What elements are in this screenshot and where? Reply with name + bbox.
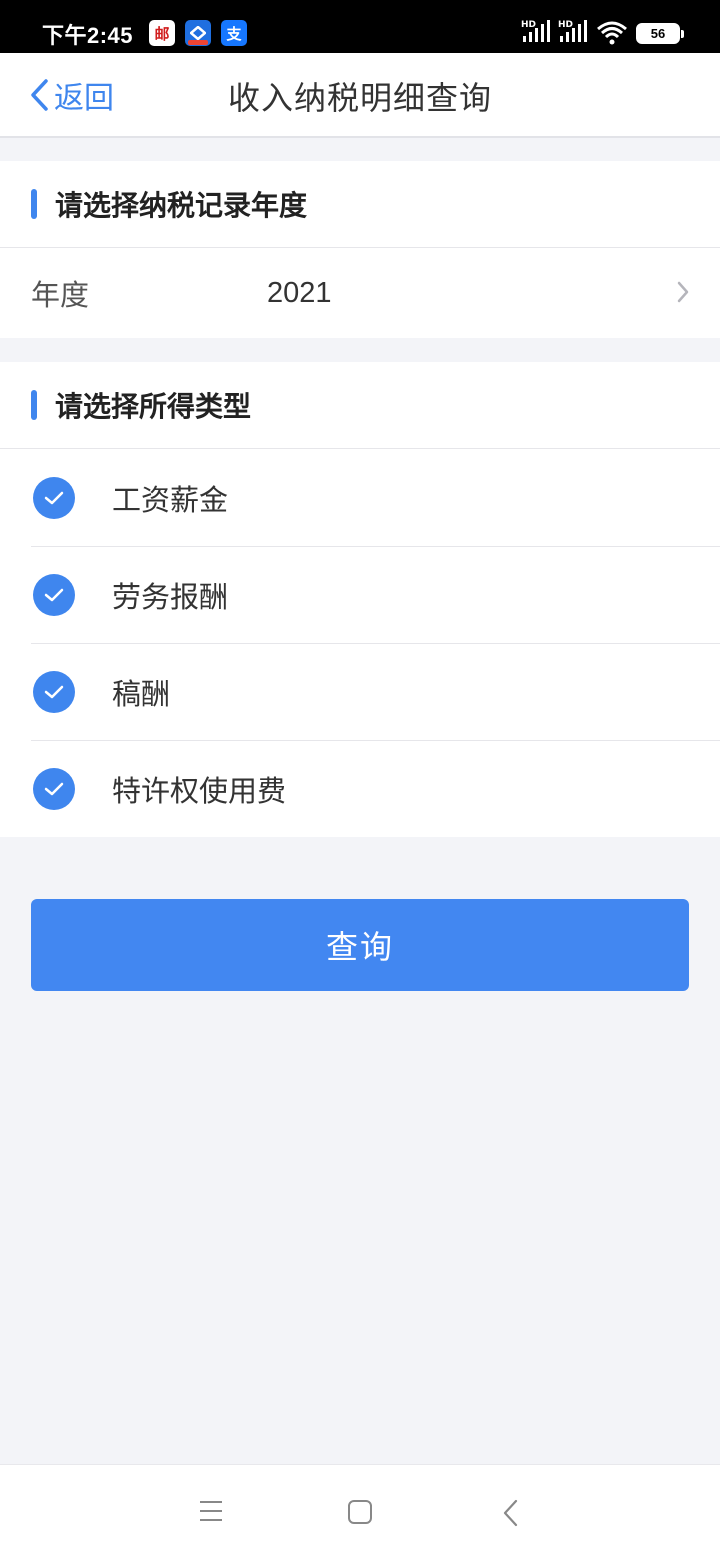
checkbox-checked-icon[interactable] bbox=[33, 476, 75, 519]
year-value: 2021 bbox=[267, 276, 332, 309]
checkbox-checked-icon[interactable] bbox=[33, 573, 75, 616]
option-label: 工资薪金 bbox=[112, 482, 229, 517]
chevron-right-icon bbox=[677, 281, 689, 303]
section-header: 请选择所得类型 bbox=[0, 362, 720, 449]
mail-app-icon: 邮 bbox=[149, 20, 175, 46]
signal-icon bbox=[560, 20, 587, 42]
checkbox-checked-icon[interactable] bbox=[33, 670, 75, 713]
menu-icon[interactable] bbox=[199, 1499, 223, 1523]
option-franchise-fee[interactable]: 特许权使用费 bbox=[0, 740, 720, 837]
checkbox-checked-icon[interactable] bbox=[33, 767, 75, 810]
section-header: 请选择纳税记录年度 bbox=[0, 161, 720, 248]
year-label: 年度 bbox=[31, 278, 90, 312]
status-bar: 下午2:45 邮 支 HD HD 56 bbox=[0, 0, 720, 53]
home-icon[interactable] bbox=[347, 1499, 373, 1525]
alipay-app-icon: 支 bbox=[221, 20, 247, 46]
option-label: 特许权使用费 bbox=[112, 773, 287, 808]
section-title: 请选择纳税记录年度 bbox=[55, 189, 308, 222]
option-label: 稿酬 bbox=[112, 676, 171, 711]
system-nav-bar bbox=[0, 1464, 720, 1560]
section-title: 请选择所得类型 bbox=[55, 390, 252, 423]
status-time: 下午2:45 bbox=[42, 23, 134, 48]
year-selector[interactable]: 年度 2021 bbox=[0, 248, 720, 338]
option-label: 劳务报酬 bbox=[112, 579, 229, 614]
option-salary[interactable]: 工资薪金 bbox=[0, 449, 720, 546]
option-royalty[interactable]: 稿酬 bbox=[0, 643, 720, 740]
nav-bar: 返回 收入纳税明细查询 bbox=[0, 53, 720, 138]
year-section: 请选择纳税记录年度 年度 2021 bbox=[0, 161, 720, 338]
signal-icon bbox=[523, 20, 550, 42]
section-accent-bar bbox=[31, 390, 37, 420]
back-nav-icon[interactable] bbox=[501, 1499, 521, 1527]
query-button[interactable]: 查询 bbox=[31, 899, 689, 991]
tax-app-icon bbox=[185, 20, 211, 46]
wifi-icon bbox=[597, 21, 627, 45]
battery-icon: 56 bbox=[636, 23, 684, 44]
section-accent-bar bbox=[31, 189, 37, 219]
option-labor-remuneration[interactable]: 劳务报酬 bbox=[0, 546, 720, 643]
income-type-section: 请选择所得类型 工资薪金 劳务报酬 稿酬 特许权使用费 bbox=[0, 362, 720, 837]
page-title: 收入纳税明细查询 bbox=[227, 79, 492, 117]
